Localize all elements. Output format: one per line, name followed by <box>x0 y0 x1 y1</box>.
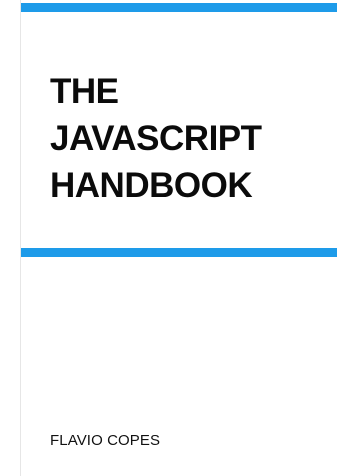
book-title: THE JAVASCRIPT HANDBOOK <box>50 68 262 209</box>
page-edge <box>20 0 21 476</box>
book-cover: THE JAVASCRIPT HANDBOOK FLAVIO COPES <box>0 0 337 476</box>
top-accent-bar <box>21 3 337 12</box>
title-line-1: THE <box>50 72 119 111</box>
title-line-2: JAVASCRIPT <box>50 119 262 158</box>
bottom-accent-bar <box>21 248 337 257</box>
author-name: FLAVIO COPES <box>50 432 161 449</box>
title-line-3: HANDBOOK <box>50 166 253 205</box>
